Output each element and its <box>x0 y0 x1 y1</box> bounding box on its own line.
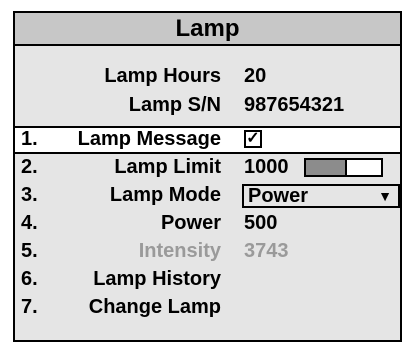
item-label: Change Lamp <box>88 296 221 318</box>
item-label: Lamp History <box>93 268 221 290</box>
item-number: 1. <box>21 128 38 150</box>
intensity-value: 3743 <box>244 240 289 262</box>
menu-item-power[interactable]: 4. Power 500 <box>15 210 400 238</box>
lamp-sn-value: 987654321 <box>244 94 345 116</box>
item-number: 3. <box>21 184 38 206</box>
lamp-hours-value: 20 <box>244 65 267 87</box>
lamp-limit-value: 1000 <box>244 156 289 178</box>
item-number: 5. <box>21 240 38 262</box>
chevron-down-icon: ▼ <box>378 188 392 204</box>
lamp-sn-label: Lamp S/N <box>128 94 221 116</box>
item-number: 6. <box>21 268 38 290</box>
menu-item-lamp-history[interactable]: 6. Lamp History <box>15 266 400 294</box>
item-label: Lamp Limit <box>114 156 221 178</box>
item-label: Intensity <box>138 240 221 262</box>
menu-item-lamp-message[interactable]: 1. Lamp Message ✓ <box>15 126 400 154</box>
lamp-hours-label: Lamp Hours <box>104 65 221 87</box>
item-label: Lamp Mode <box>109 184 221 206</box>
menu-item-change-lamp[interactable]: 7. Change Lamp <box>15 294 400 322</box>
menu-item-lamp-limit[interactable]: 2. Lamp Limit 1000 <box>15 154 400 182</box>
item-label: Lamp Message <box>77 128 221 150</box>
menu-item-lamp-mode[interactable]: 3. Lamp Mode Power ▼ <box>15 182 400 210</box>
lamp-limit-slider[interactable] <box>304 158 383 177</box>
lamp-menu-panel: Lamp Lamp Hours 20 Lamp S/N 987654321 1.… <box>13 11 402 342</box>
slider-fill <box>306 160 348 175</box>
lamp-mode-dropdown[interactable]: Power ▼ <box>242 184 400 208</box>
menu-item-intensity: 5. Intensity 3743 <box>15 238 400 266</box>
item-number: 4. <box>21 212 38 234</box>
menu-title: Lamp <box>15 13 400 46</box>
lamp-mode-selected: Power <box>248 185 309 207</box>
lamp-message-checkbox[interactable]: ✓ <box>244 130 262 148</box>
item-number: 7. <box>21 296 38 318</box>
item-label: Power <box>160 212 221 234</box>
item-number: 2. <box>21 156 38 178</box>
power-value: 500 <box>244 212 278 234</box>
